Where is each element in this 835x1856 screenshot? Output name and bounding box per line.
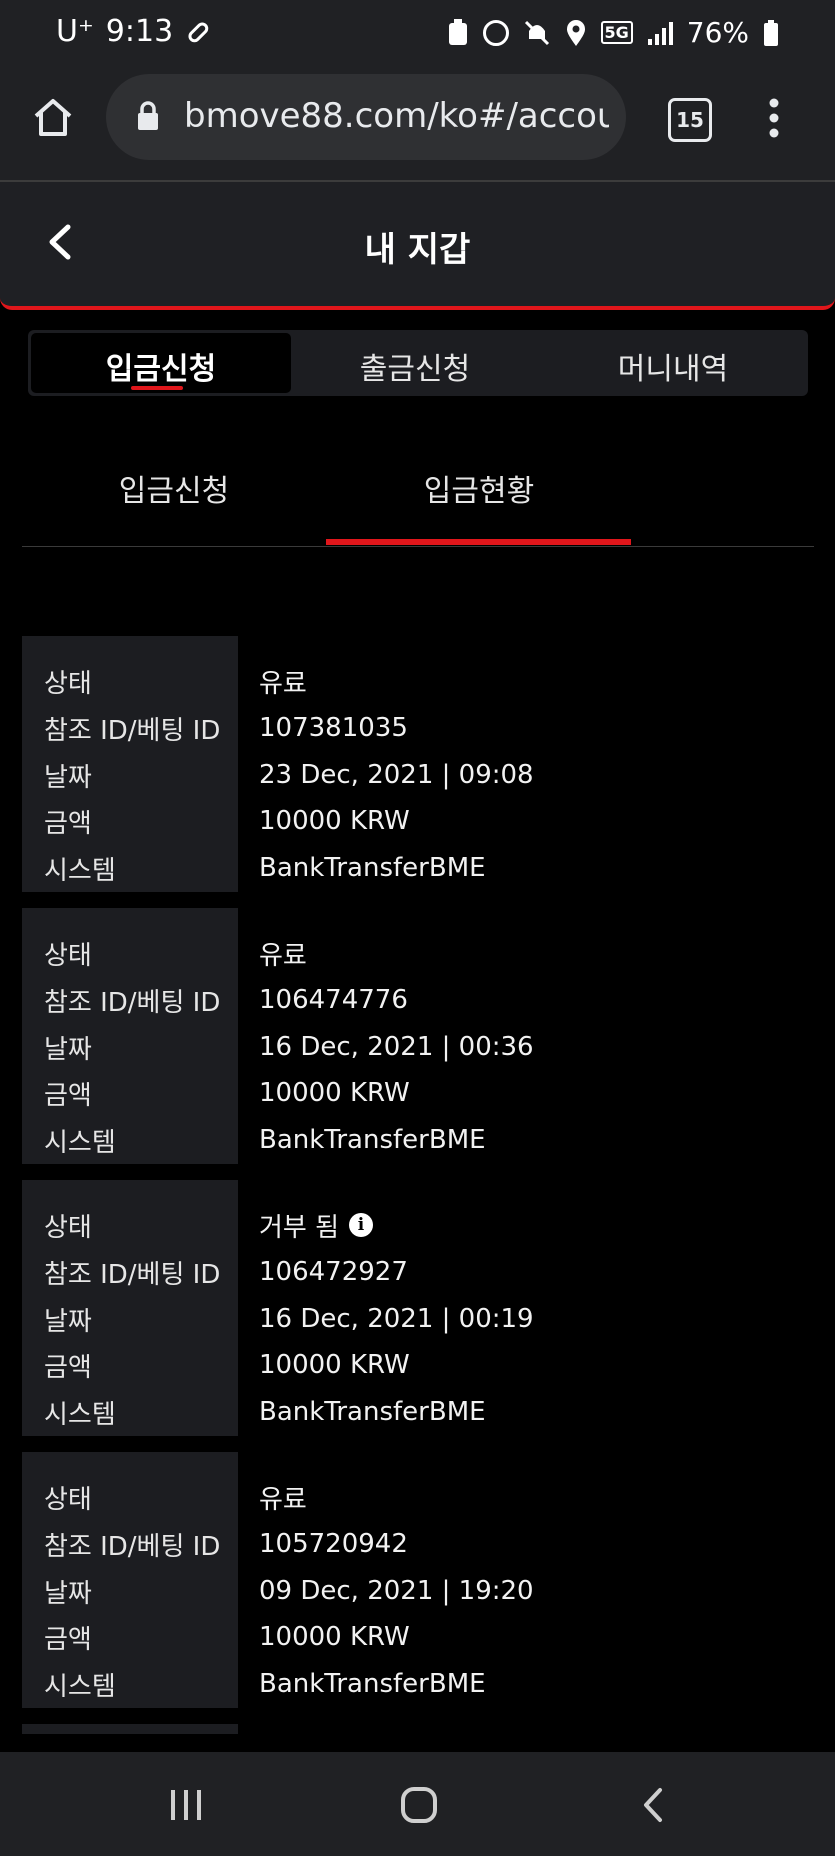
clock: 9:13 bbox=[105, 14, 174, 49]
deposit-record: 상태 유료 참조 ID/베팅 ID 107381035 날짜 23 Dec, 2021… bbox=[22, 636, 814, 892]
ref-id-value: 106472927 bbox=[259, 1257, 408, 1287]
page-title: 내 지갑 bbox=[364, 230, 471, 270]
ref-id-label: 참조 ID/베팅 ID bbox=[44, 987, 221, 1018]
lock-icon bbox=[138, 101, 158, 130]
url-text[interactable]: bmove88.com/ko#/accoun bbox=[184, 96, 609, 136]
ref-id-value: 106474776 bbox=[259, 985, 408, 1015]
subtab-active-indicator bbox=[326, 539, 631, 545]
amount-value: 10000 KRW bbox=[259, 1350, 410, 1380]
status-value: 유료 bbox=[259, 940, 307, 971]
ref-id-value: 105720942 bbox=[259, 1529, 408, 1559]
amount-value: 10000 KRW bbox=[259, 806, 410, 836]
carrier-label: U⁺ bbox=[56, 14, 94, 49]
date-label: 날짜 bbox=[44, 1306, 92, 1337]
tab-switcher-button[interactable]: 15 bbox=[668, 98, 712, 142]
location-icon bbox=[566, 19, 585, 46]
date-value: 23 Dec, 2021 | 09:08 bbox=[259, 760, 534, 790]
battery-percent: 76% bbox=[686, 16, 749, 49]
signal-icon bbox=[647, 21, 673, 45]
system-value: BankTransferBME bbox=[259, 853, 486, 883]
date-value: 09 Dec, 2021 | 19:20 bbox=[259, 1576, 534, 1606]
system-value: BankTransferBME bbox=[259, 1125, 486, 1155]
subtab-deposit-request[interactable]: 입금신청 bbox=[24, 466, 324, 510]
alarm-icon bbox=[482, 19, 509, 46]
date-label: 날짜 bbox=[44, 1034, 92, 1065]
recent-apps-icon[interactable] bbox=[168, 1788, 204, 1822]
network-type: 5G bbox=[600, 21, 633, 44]
date-label: 날짜 bbox=[44, 1578, 92, 1609]
date-label: 날짜 bbox=[44, 762, 92, 793]
tab-withdraw-request[interactable]: 출금신청 bbox=[285, 344, 545, 388]
status-value: 유료 bbox=[259, 1484, 307, 1515]
status-right: 5G 76% bbox=[447, 16, 780, 49]
deposit-record-partial bbox=[22, 1724, 238, 1734]
date-value: 16 Dec, 2021 | 00:19 bbox=[259, 1304, 534, 1334]
date-value: 16 Dec, 2021 | 00:36 bbox=[259, 1032, 534, 1062]
amount-label: 금액 bbox=[44, 1080, 92, 1111]
status-label: 상태 bbox=[44, 1484, 92, 1515]
status-label: 상태 bbox=[44, 1212, 92, 1243]
status-label: 상태 bbox=[44, 940, 92, 971]
status-value: 거부 됨i bbox=[259, 1207, 374, 1244]
deposit-record: 상태 유료 참조 ID/베팅 ID 105720942 날짜 09 Dec, 2021… bbox=[22, 1452, 814, 1708]
ref-id-value: 107381035 bbox=[259, 713, 408, 743]
subtab-divider bbox=[22, 546, 814, 547]
subtab-deposit-status[interactable]: 입금현황 bbox=[329, 466, 629, 510]
amount-label: 금액 bbox=[44, 1352, 92, 1383]
amount-label: 금액 bbox=[44, 1624, 92, 1655]
amount-value: 10000 KRW bbox=[259, 1078, 410, 1108]
back-nav-icon[interactable] bbox=[640, 1786, 666, 1824]
tab-money-history[interactable]: 머니내역 bbox=[543, 344, 803, 388]
system-label: 시스템 bbox=[44, 1127, 116, 1158]
tab-deposit-request[interactable]: 입금신청 bbox=[31, 344, 291, 388]
home-icon[interactable] bbox=[32, 96, 74, 138]
status-value: 유료 bbox=[259, 668, 307, 699]
status-label: 상태 bbox=[44, 668, 92, 699]
info-icon[interactable]: i bbox=[349, 1213, 374, 1237]
deposit-record: 상태 유료 참조 ID/베팅 ID 106474776 날짜 16 Dec, 2021… bbox=[22, 908, 814, 1164]
ref-id-label: 참조 ID/베팅 ID bbox=[44, 1259, 221, 1290]
pill-icon bbox=[188, 21, 209, 42]
system-label: 시스템 bbox=[44, 1399, 116, 1430]
battery-saver-icon bbox=[448, 18, 467, 45]
amount-label: 금액 bbox=[44, 808, 92, 839]
status-left: U⁺ 9:13 bbox=[56, 14, 211, 49]
more-menu-icon[interactable] bbox=[768, 98, 780, 138]
battery-icon bbox=[764, 19, 778, 46]
deposit-record: 상태 거부 됨i 참조 ID/베팅 ID 106472927 날짜 16 Dec, 2… bbox=[22, 1180, 814, 1436]
system-value: BankTransferBME bbox=[259, 1397, 486, 1427]
system-label: 시스템 bbox=[44, 1671, 116, 1702]
system-value: BankTransferBME bbox=[259, 1669, 486, 1699]
active-tab-indicator bbox=[131, 386, 183, 390]
ref-id-label: 참조 ID/베팅 ID bbox=[44, 715, 221, 746]
home-nav-icon[interactable] bbox=[400, 1786, 438, 1824]
amount-value: 10000 KRW bbox=[259, 1622, 410, 1652]
system-label: 시스템 bbox=[44, 855, 116, 886]
ref-id-label: 참조 ID/베팅 ID bbox=[44, 1531, 221, 1562]
mute-icon bbox=[524, 20, 549, 45]
